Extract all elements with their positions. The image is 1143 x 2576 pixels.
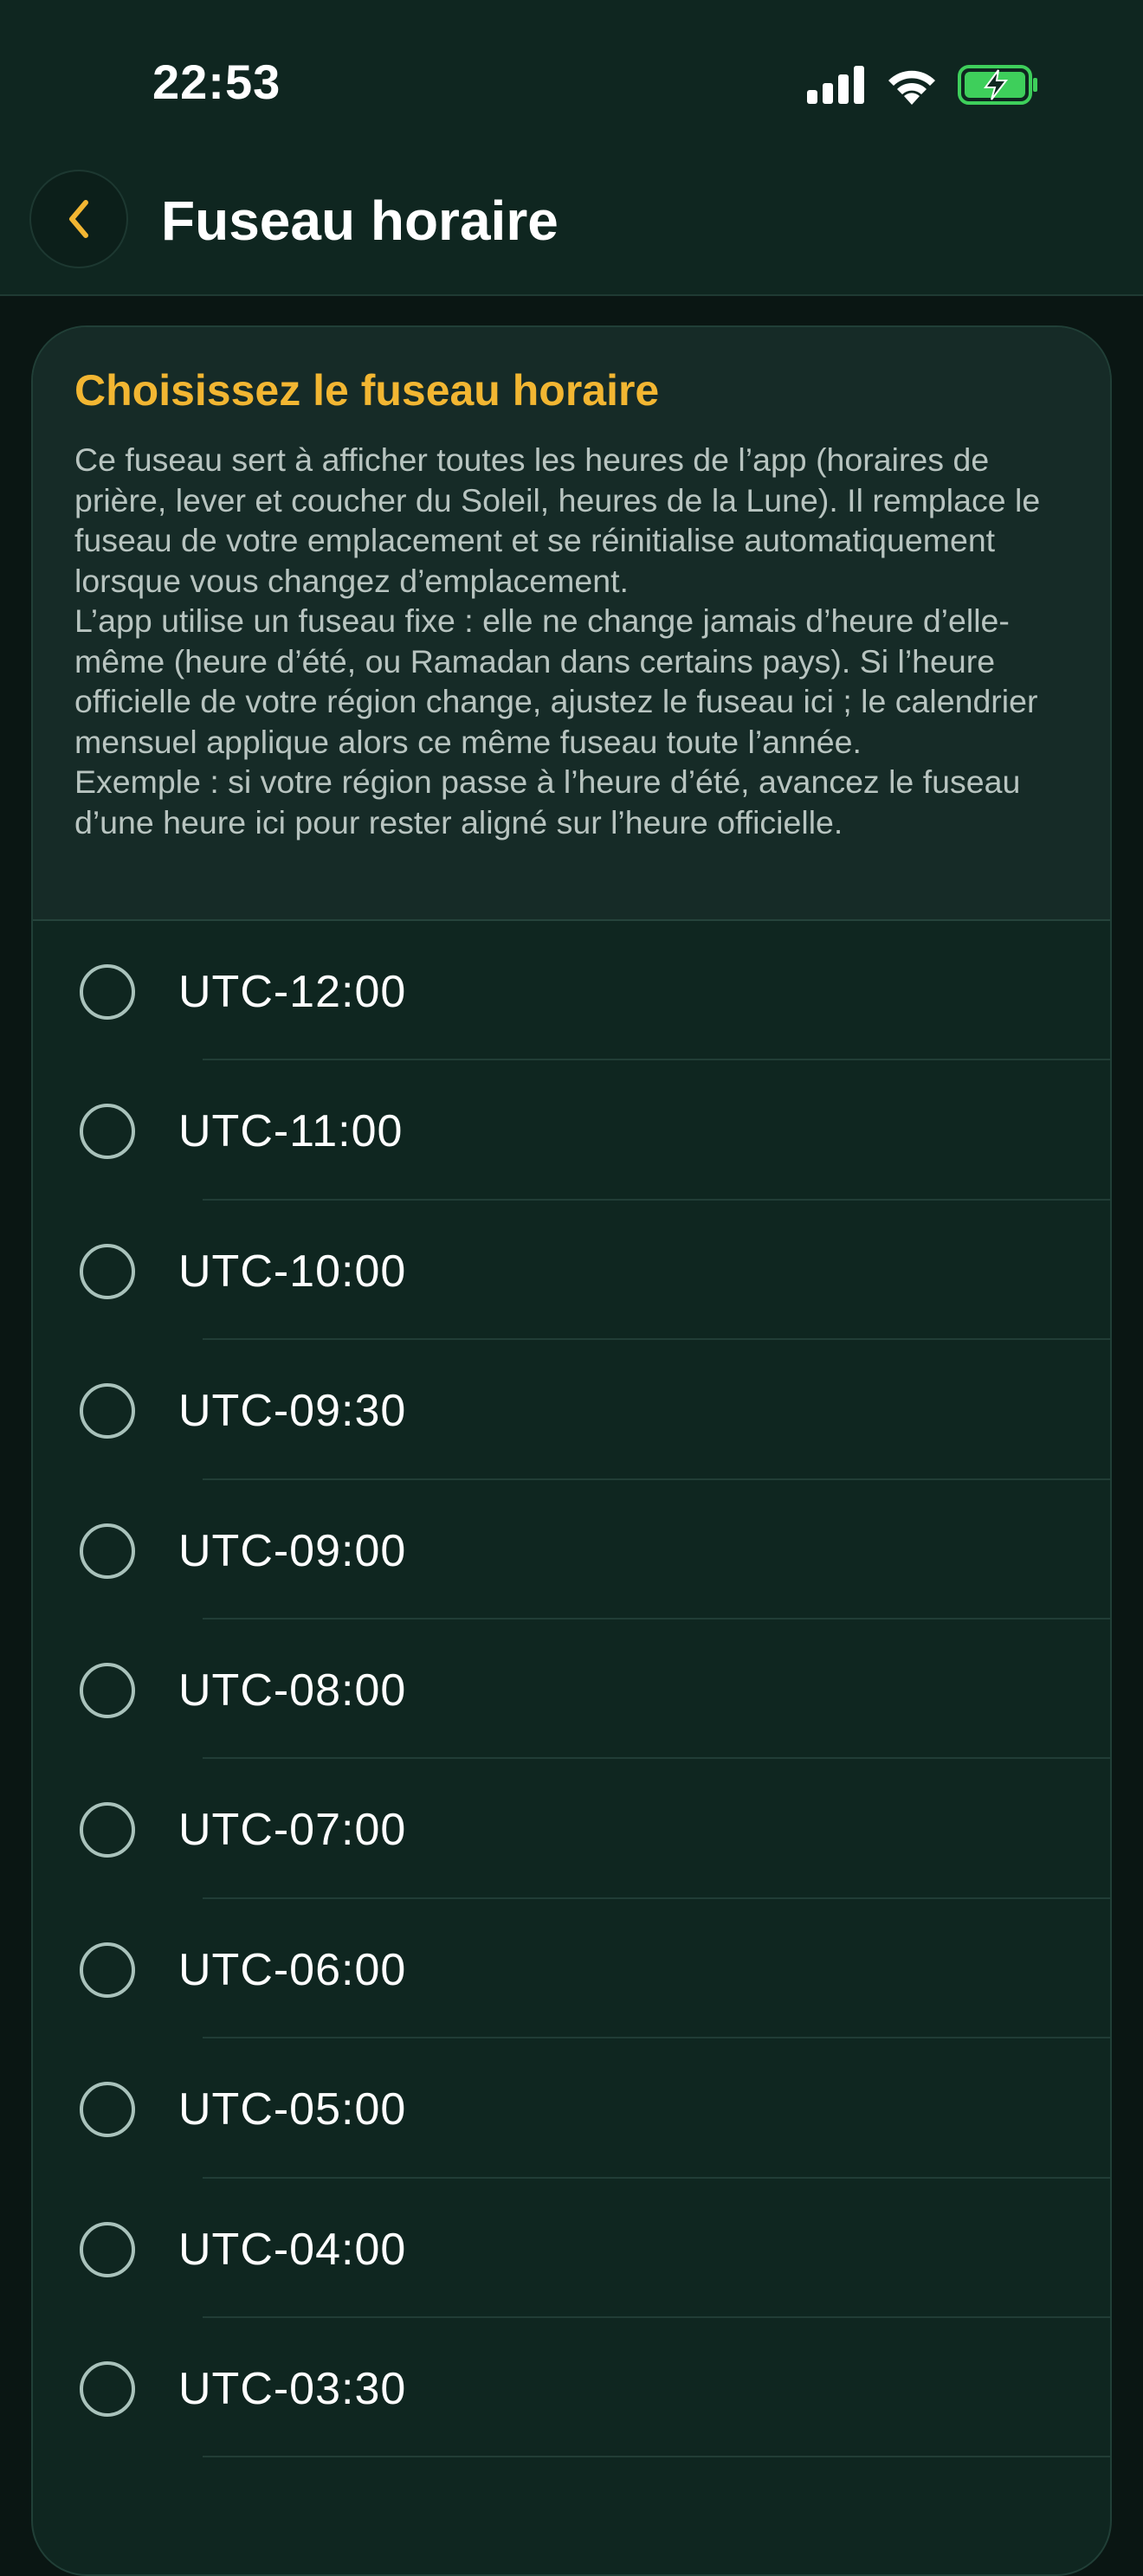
radio-button[interactable] bbox=[80, 1802, 135, 1858]
radio-button[interactable] bbox=[80, 964, 135, 1020]
card-description: Ce fuseau sert à afficher toutes les heu… bbox=[74, 441, 1041, 840]
timezone-option[interactable]: UTC-08:00 bbox=[33, 1620, 1110, 1760]
timezone-option[interactable]: UTC-09:00 bbox=[33, 1480, 1110, 1620]
chevron-left-icon bbox=[69, 200, 88, 238]
cellular-signal-icon bbox=[807, 66, 864, 104]
radio-button[interactable] bbox=[80, 2221, 135, 2277]
radio-button[interactable] bbox=[80, 1383, 135, 1439]
card-title: Choisissez le fuseau horaire bbox=[74, 366, 660, 415]
timezone-option[interactable]: UTC-07:00 bbox=[33, 1759, 1110, 1900]
page-title: Fuseau horaire bbox=[161, 190, 559, 252]
timezone-label: UTC-10:00 bbox=[178, 1246, 407, 1297]
timezone-label: UTC-09:30 bbox=[178, 1386, 407, 1437]
radio-button[interactable] bbox=[80, 1104, 135, 1160]
timezone-label: UTC-12:00 bbox=[178, 967, 407, 1017]
status-bar: 22:53 bbox=[0, 0, 1143, 164]
timezone-option[interactable]: UTC-04:00 bbox=[33, 2179, 1110, 2319]
timezone-list: UTC-12:00 UTC-11:00 UTC-10:00 UTC-09:30 UTC-… bbox=[33, 921, 1110, 2458]
timezone-label: UTC-06:00 bbox=[178, 1944, 407, 1995]
timezone-option[interactable]: UTC-03:30 bbox=[33, 2318, 1110, 2458]
status-icons bbox=[807, 61, 1039, 109]
radio-button[interactable] bbox=[80, 2082, 135, 2138]
radio-button[interactable] bbox=[80, 1942, 135, 1998]
timezone-option[interactable]: UTC-10:00 bbox=[33, 1201, 1110, 1341]
timezone-option[interactable]: UTC-06:00 bbox=[33, 1899, 1110, 2039]
radio-button[interactable] bbox=[80, 1243, 135, 1299]
battery-charging-icon bbox=[958, 65, 1037, 105]
radio-button[interactable] bbox=[80, 1662, 135, 1718]
wifi-icon bbox=[888, 70, 935, 105]
timezone-card: Choisissez le fuseau horaire Ce fuseau s… bbox=[31, 325, 1112, 2576]
radio-button[interactable] bbox=[80, 1523, 135, 1579]
back-button[interactable] bbox=[29, 170, 128, 268]
timezone-option[interactable]: UTC-12:00 bbox=[33, 921, 1110, 1061]
timezone-option[interactable]: UTC-09:30 bbox=[33, 1340, 1110, 1480]
timezone-label: UTC-09:00 bbox=[178, 1525, 407, 1576]
timezone-label: UTC-04:00 bbox=[178, 2224, 407, 2275]
navigation-bar: Fuseau horaire bbox=[0, 164, 1143, 296]
card-header: Choisissez le fuseau horaire Ce fuseau s… bbox=[33, 327, 1110, 921]
timezone-label: UTC-08:00 bbox=[178, 1665, 407, 1716]
timezone-label: UTC-07:00 bbox=[178, 1805, 407, 1856]
timezone-label: UTC-05:00 bbox=[178, 2084, 407, 2135]
timezone-label: UTC-03:30 bbox=[178, 2363, 407, 2414]
timezone-option[interactable]: UTC-05:00 bbox=[33, 2038, 1110, 2179]
radio-button[interactable] bbox=[80, 2360, 135, 2417]
timezone-label: UTC-11:00 bbox=[178, 1106, 404, 1157]
status-time: 22:53 bbox=[152, 55, 281, 109]
timezone-option[interactable]: UTC-11:00 bbox=[33, 1060, 1110, 1201]
